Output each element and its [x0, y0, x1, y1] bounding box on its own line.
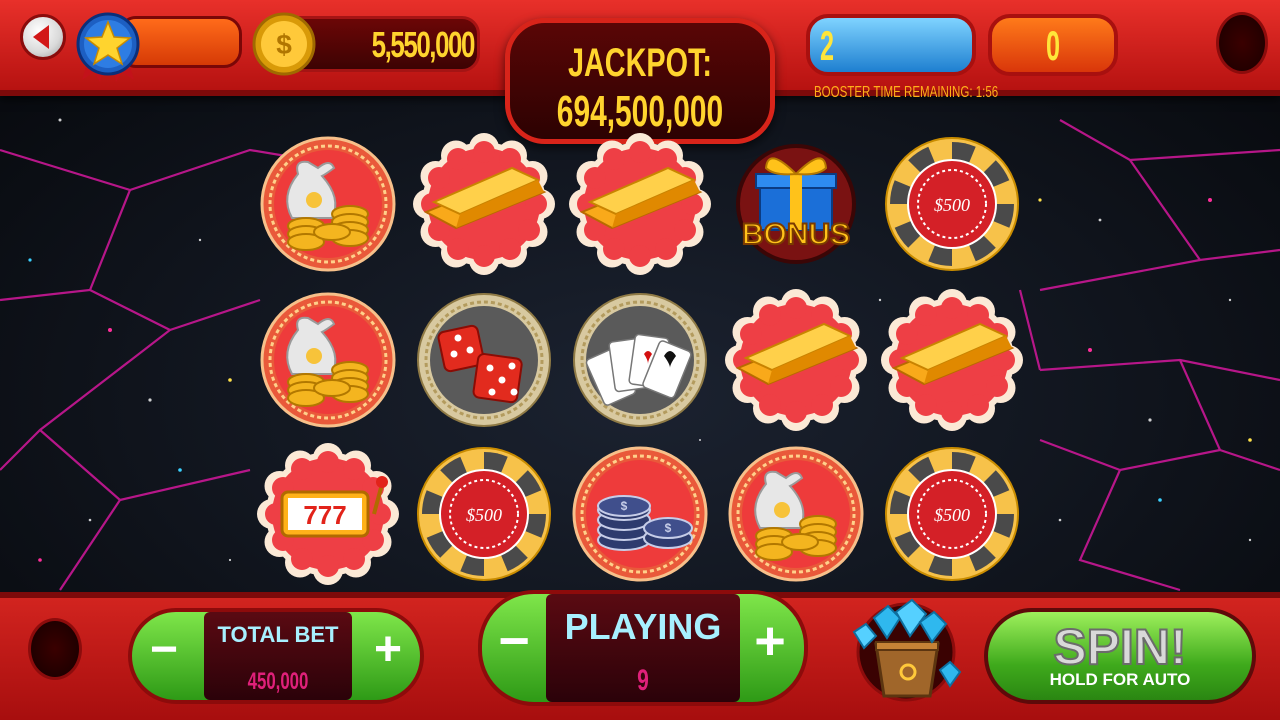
total-bet-value: 450,000 [247, 668, 309, 695]
gem-bucket-icon[interactable] [846, 592, 962, 704]
paylines-plus-button[interactable]: + [740, 610, 800, 672]
total-bet-minus-button[interactable]: − [134, 622, 194, 677]
total-bet-label: TOTAL BET [217, 622, 339, 647]
playing-value: 9 [637, 664, 649, 697]
back-arrow-icon [33, 25, 49, 49]
jackpot-value: 694,500,000 [556, 87, 724, 136]
spin-label: SPIN! [1052, 618, 1187, 676]
dollar-coin-icon: $ [252, 12, 316, 76]
coin-balance: 5,550,000 [371, 24, 476, 65]
bottom-left-socket [28, 618, 82, 680]
jackpot-label: JACKPOT: [567, 41, 713, 85]
top-right-socket [1216, 12, 1268, 74]
back-button[interactable] [20, 14, 66, 60]
booster-count: 2 [820, 22, 835, 69]
playing-label: PLAYING [564, 606, 722, 647]
booster-time-remaining: BOOSTER TIME REMAINING: 1:56 [814, 84, 999, 101]
paylines-minus-button[interactable]: − [484, 610, 544, 672]
jackpot-panel: JACKPOT: 694,500,000 [505, 18, 775, 144]
score-value: 0 [1045, 22, 1061, 69]
total-bet-plus-button[interactable]: + [358, 622, 418, 677]
svg-text:$: $ [276, 29, 292, 60]
hold-for-auto-label: HOLD FOR AUTO [1049, 670, 1191, 689]
star-level-badge-icon[interactable] [72, 10, 144, 82]
